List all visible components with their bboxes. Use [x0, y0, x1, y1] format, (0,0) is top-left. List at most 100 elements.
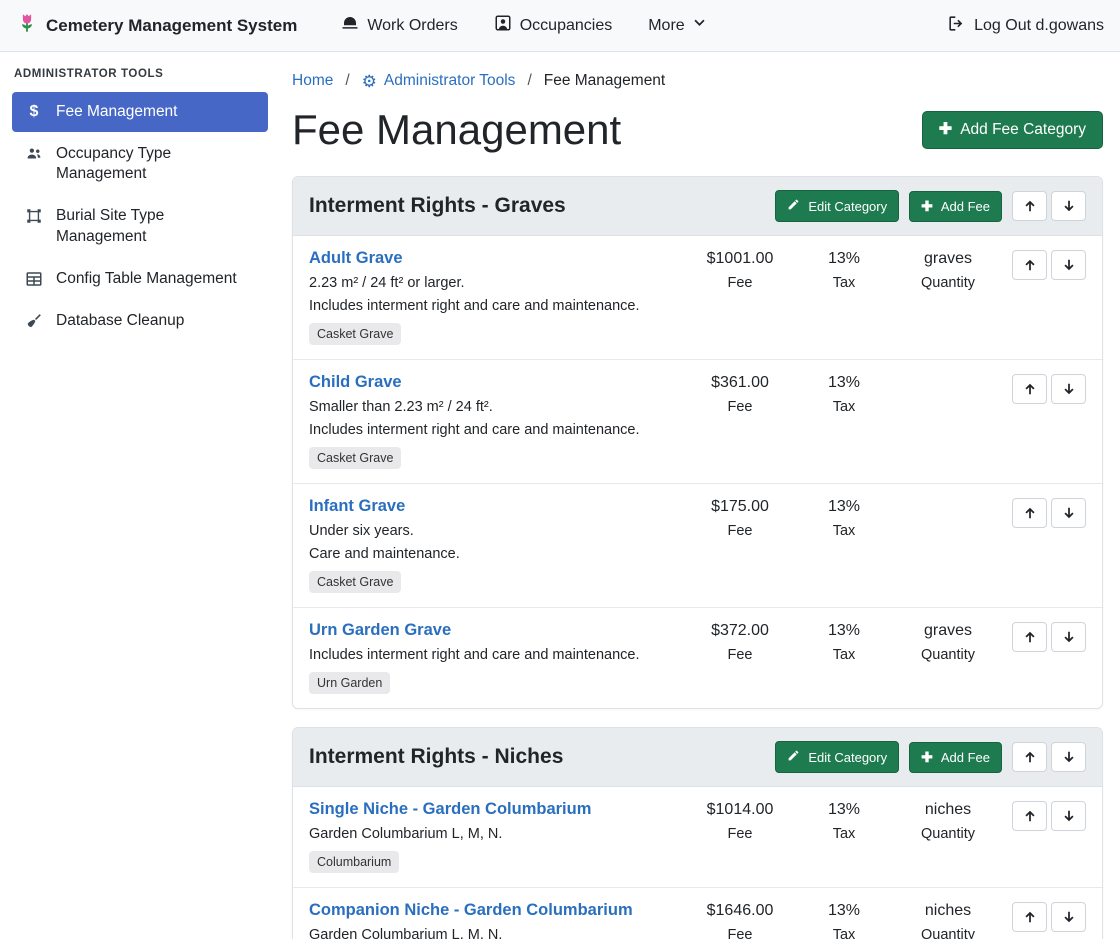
- person-frame-icon: [494, 14, 512, 37]
- fee-tax-label: Tax: [792, 826, 896, 842]
- fee-amount: $175.00: [688, 498, 792, 516]
- button-label: Add Fee: [941, 199, 990, 214]
- move-fee-down-button[interactable]: [1051, 801, 1086, 831]
- fee-quantity-label: Quantity: [896, 927, 1000, 939]
- fee-tax-label: Tax: [792, 275, 896, 291]
- sidebar-item-label: Burial Site Type Management: [56, 206, 256, 246]
- move-category-up-button[interactable]: [1012, 191, 1047, 221]
- edit-category-button[interactable]: Edit Category: [775, 190, 899, 222]
- fee-row: Infant Grave Under six years. Care and m…: [293, 484, 1102, 608]
- move-fee-down-button[interactable]: [1051, 902, 1086, 932]
- add-fee-category-button[interactable]: ✚ Add Fee Category: [922, 111, 1103, 149]
- dollar-icon: $: [24, 103, 44, 121]
- move-fee-up-button[interactable]: [1012, 250, 1047, 280]
- sidebar: ADMINISTRATOR TOOLS $ Fee Management Occ…: [0, 52, 280, 939]
- fee-amount-col: $1001.00 Fee: [688, 249, 792, 291]
- nav-label: Work Orders: [367, 17, 457, 35]
- fee-tax: 13%: [792, 902, 896, 920]
- pencil-icon: [787, 749, 800, 765]
- add-fee-button[interactable]: ✚ Add Fee: [909, 191, 1002, 222]
- sidebar-item-occupancy-type-management[interactable]: Occupancy Type Management: [12, 134, 268, 194]
- fee-quantity-label: Quantity: [896, 275, 1000, 291]
- move-fee-down-button[interactable]: [1051, 622, 1086, 652]
- fee-amount: $1001.00: [688, 250, 792, 268]
- fee-tax-col: 13% Tax: [792, 497, 896, 539]
- breadcrumb-admin-tools-link[interactable]: ⚙ Administrator Tools: [362, 72, 516, 90]
- fee-quantity-col: [896, 497, 1000, 498]
- logout-icon: [947, 14, 966, 38]
- sidebar-item-fee-management[interactable]: $ Fee Management: [12, 92, 268, 132]
- fee-name-link[interactable]: Single Niche - Garden Columbarium: [309, 800, 591, 819]
- fee-amount-col: $175.00 Fee: [688, 497, 792, 539]
- fee-tax: 13%: [792, 622, 896, 640]
- fee-description: Includes interment right and care and ma…: [309, 298, 678, 314]
- fee-amount-col: $1014.00 Fee: [688, 800, 792, 842]
- fee-description: Smaller than 2.23 m² / 24 ft².: [309, 399, 678, 415]
- move-fee-down-button[interactable]: [1051, 250, 1086, 280]
- button-label: Edit Category: [808, 750, 887, 765]
- add-fee-button[interactable]: ✚ Add Fee: [909, 742, 1002, 773]
- sidebar-item-database-cleanup[interactable]: Database Cleanup: [12, 301, 268, 341]
- move-category-down-button[interactable]: [1051, 742, 1086, 772]
- button-label: Add Fee Category: [960, 121, 1086, 139]
- fee-description: Garden Columbarium L, M, N.: [309, 826, 678, 842]
- fee-name-link[interactable]: Child Grave: [309, 373, 402, 392]
- move-category-up-button[interactable]: [1012, 742, 1047, 772]
- move-fee-up-button[interactable]: [1012, 374, 1047, 404]
- fee-name-link[interactable]: Urn Garden Grave: [309, 621, 451, 640]
- sidebar-item-label: Fee Management: [56, 102, 178, 122]
- table-icon: [24, 270, 44, 288]
- fee-tax-col: 13% Tax: [792, 249, 896, 291]
- fee-row: Companion Niche - Garden Columbarium Gar…: [293, 888, 1102, 939]
- nav-item-work-orders[interactable]: Work Orders: [341, 14, 457, 37]
- broom-icon: [24, 312, 44, 330]
- fee-quantity-label: Quantity: [896, 826, 1000, 842]
- move-fee-down-button[interactable]: [1051, 374, 1086, 404]
- sidebar-item-label: Config Table Management: [56, 269, 237, 289]
- nav-item-occupancies[interactable]: Occupancies: [494, 14, 613, 37]
- fee-unit: graves: [896, 250, 1000, 268]
- fee-tax: 13%: [792, 250, 896, 268]
- nav-item-more[interactable]: More: [648, 14, 705, 37]
- fee-quantity-col: niches Quantity: [896, 901, 1000, 939]
- sidebar-item-config-table-management[interactable]: Config Table Management: [12, 259, 268, 299]
- sidebar-item-burial-site-type-management[interactable]: Burial Site Type Management: [12, 196, 268, 256]
- page-title: Fee Management: [292, 106, 621, 154]
- plus-icon: ✚: [921, 750, 933, 764]
- app-title: Cemetery Management System: [46, 16, 297, 36]
- fee-tax-label: Tax: [792, 647, 896, 663]
- move-fee-up-button[interactable]: [1012, 801, 1047, 831]
- fee-name-link[interactable]: Infant Grave: [309, 497, 405, 516]
- tulip-logo-icon: [16, 12, 38, 39]
- fee-tax-label: Tax: [792, 523, 896, 539]
- move-category-down-button[interactable]: [1051, 191, 1086, 221]
- fee-type-badge: Urn Garden: [309, 672, 390, 694]
- move-fee-up-button[interactable]: [1012, 498, 1047, 528]
- fee-name-link[interactable]: Adult Grave: [309, 249, 403, 268]
- fee-amount-label: Fee: [688, 647, 792, 663]
- logout-button[interactable]: Log Out d.gowans: [947, 14, 1104, 38]
- fee-description: Includes interment right and care and ma…: [309, 422, 678, 438]
- category-title: Interment Rights - Graves: [309, 194, 566, 218]
- button-label: Add Fee: [941, 750, 990, 765]
- fee-tax-label: Tax: [792, 927, 896, 939]
- move-fee-down-button[interactable]: [1051, 498, 1086, 528]
- edit-category-button[interactable]: Edit Category: [775, 741, 899, 773]
- fee-category-card-graves: Interment Rights - Graves Edit Category …: [292, 176, 1103, 709]
- fee-amount-label: Fee: [688, 826, 792, 842]
- vector-square-icon: [24, 207, 44, 225]
- sidebar-heading: ADMINISTRATOR TOOLS: [0, 64, 280, 90]
- move-fee-up-button[interactable]: [1012, 622, 1047, 652]
- breadcrumb-home-link[interactable]: Home: [292, 72, 333, 90]
- fee-name-link[interactable]: Companion Niche - Garden Columbarium: [309, 901, 633, 920]
- fee-quantity-col: graves Quantity: [896, 249, 1000, 291]
- fee-amount: $361.00: [688, 374, 792, 392]
- fee-tax-label: Tax: [792, 399, 896, 415]
- sidebar-item-label: Occupancy Type Management: [56, 144, 256, 184]
- fee-tax-col: 13% Tax: [792, 621, 896, 663]
- fee-tax-col: 13% Tax: [792, 373, 896, 415]
- fee-row: Child Grave Smaller than 2.23 m² / 24 ft…: [293, 360, 1102, 484]
- fee-amount: $1014.00: [688, 801, 792, 819]
- fee-description: Garden Columbarium L, M, N.: [309, 927, 678, 939]
- move-fee-up-button[interactable]: [1012, 902, 1047, 932]
